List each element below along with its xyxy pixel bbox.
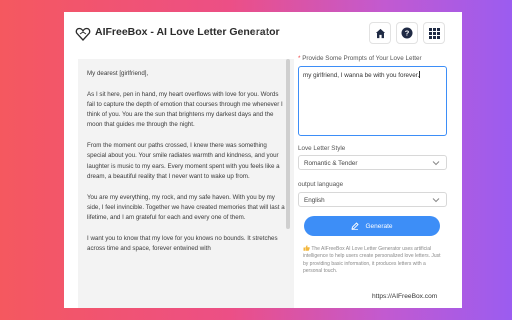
pencil-icon (351, 222, 360, 230)
info-note-text: The AIFreeBox AI Love Letter Generator u… (303, 246, 441, 274)
letter-paragraph: My dearest [girlfriend], (87, 70, 149, 77)
prompt-textarea[interactable]: my girlfriend, I wanna be with you forev… (298, 66, 447, 136)
footer-website-link[interactable]: https://AIFreeBox.com (372, 293, 437, 300)
letter-output-panel[interactable]: My dearest [girlfriend], As I sit here, … (78, 59, 294, 308)
text-caret (419, 71, 420, 78)
generate-button-label: Generate (365, 222, 393, 230)
app-version: v1.0.1 (252, 30, 269, 36)
prompt-label-text: Provide Some Prompts of Your Love Letter (302, 55, 422, 62)
help-button[interactable]: ? (396, 22, 418, 44)
home-icon (375, 28, 385, 38)
grid-icon (428, 27, 440, 39)
app-window: AIFreeBox - AI Love Letter Generator v1.… (64, 12, 462, 308)
heart-logo-icon (75, 27, 91, 41)
style-select-value: Romantic & Tender (304, 160, 358, 167)
info-note: The AIFreeBox AI Love Letter Generator u… (303, 245, 443, 275)
language-label: output language (298, 181, 344, 188)
chevron-down-icon (432, 161, 440, 166)
required-marker: * (298, 55, 301, 62)
language-select-value: English (304, 197, 325, 204)
letter-scrollbar[interactable] (286, 59, 290, 229)
chevron-down-icon (432, 198, 440, 203)
style-select[interactable]: Romantic & Tender (298, 155, 447, 170)
style-label: Love Letter Style (298, 145, 346, 152)
letter-paragraph: As I sit here, pen in hand, my heart ove… (87, 90, 283, 129)
prompt-label: * Provide Some Prompts of Your Love Lett… (298, 55, 422, 62)
prompt-value: my girlfriend, I wanna be with you forev… (303, 72, 420, 79)
letter-text: My dearest [girlfriend], As I sit here, … (87, 69, 287, 265)
language-select[interactable]: English (298, 192, 447, 207)
letter-paragraph: I want you to know that my love for you … (87, 234, 278, 253)
home-button[interactable] (369, 22, 391, 44)
svg-text:?: ? (405, 29, 410, 38)
letter-paragraph: From the moment our paths crossed, I kne… (87, 142, 280, 180)
thumbs-up-icon (303, 245, 310, 251)
help-icon: ? (401, 27, 413, 39)
letter-paragraph: You are my everything, my rock, and my s… (87, 193, 285, 222)
generate-button[interactable]: Generate (304, 216, 440, 236)
header: AIFreeBox - AI Love Letter Generator v1.… (64, 12, 462, 56)
apps-grid-button[interactable] (423, 22, 445, 44)
